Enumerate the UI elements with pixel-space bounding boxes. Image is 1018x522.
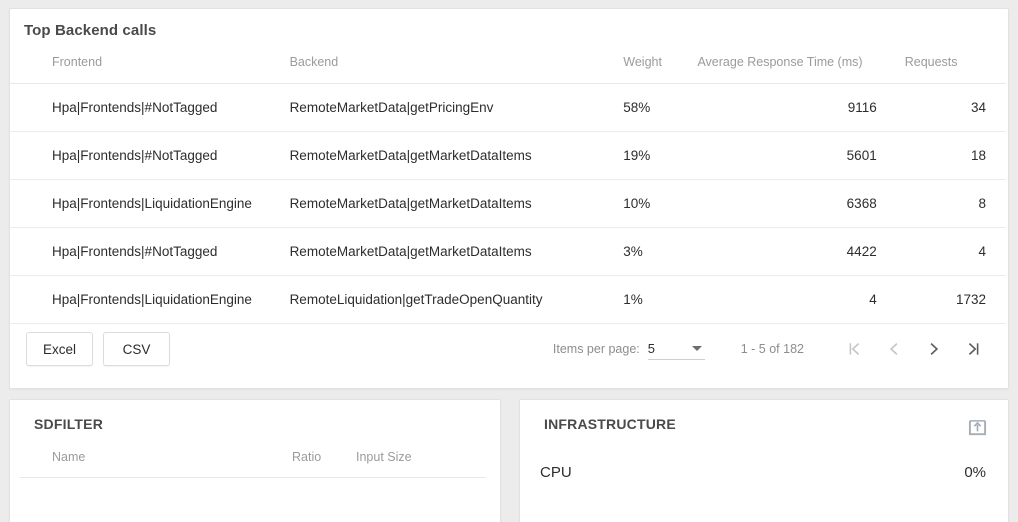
infrastructure-card: INFRASTRUCTURE CPU 0% [519,399,1009,522]
cell-frontend: Hpa|Frontends|LiquidationEngine [10,275,288,324]
infrastructure-title: INFRASTRUCTURE [544,416,676,432]
last-page-icon [968,342,979,356]
cell-requests: 18 [896,131,1008,180]
cell-backend: RemoteMarketData|getMarketDataItems [287,227,622,276]
cell-weight: 19% [621,131,696,180]
cell-frontend: Hpa|Frontends|#NotTagged [10,83,288,132]
table-row[interactable]: Hpa|Frontends|LiquidationEngine RemoteLi… [10,275,1008,324]
vertical-scrollbar[interactable] [1006,9,1008,388]
table-header: Frontend Backend Weight Average Response… [10,39,1008,84]
previous-page-icon [889,342,898,356]
column-header-ratio[interactable]: Ratio [292,450,356,464]
cell-frontend: Hpa|Frontends|LiquidationEngine [10,179,288,228]
export-icon [968,420,987,436]
infrastructure-metric-row: CPU 0% [520,464,1008,481]
cell-requests: 1732 [896,275,1008,324]
table-row[interactable]: Hpa|Frontends|#NotTagged RemoteMarketDat… [10,227,1008,276]
paginator: Items per page: 5 1 - 5 of 182 [553,329,994,369]
cell-average-response-time: 9116 [695,83,897,132]
sdfilter-table-header: Name Ratio Input Size [20,432,486,478]
first-page-icon [849,342,860,356]
cell-requests: 8 [896,179,1008,228]
table-row[interactable]: Hpa|Frontends|LiquidationEngine RemoteMa… [10,179,1008,228]
cell-weight: 58% [621,83,696,132]
last-page-button[interactable] [954,329,994,369]
backend-calls-table: Frontend Backend Weight Average Response… [10,39,1008,324]
top-backend-calls-card: Top Backend calls Frontend Backend Weigh… [9,8,1009,389]
table-row[interactable]: Hpa|Frontends|#NotTagged RemoteMarketDat… [10,83,1008,132]
cell-weight: 1% [621,275,696,324]
export-csv-button[interactable]: CSV [103,332,170,366]
table-row[interactable]: Hpa|Frontends|#NotTagged RemoteMarketDat… [10,131,1008,180]
cell-backend: RemoteMarketData|getPricingEnv [287,83,622,132]
sdfilter-clipped-row [10,494,500,508]
export-button[interactable] [968,418,987,437]
cell-weight: 10% [621,179,696,228]
table-body: Hpa|Frontends|#NotTagged RemoteMarketDat… [10,83,1008,324]
cell-backend: RemoteMarketData|getMarketDataItems [287,131,622,180]
cell-backend: RemoteLiquidation|getTradeOpenQuantity [287,275,622,324]
cell-frontend: Hpa|Frontends|#NotTagged [10,131,288,180]
export-excel-button[interactable]: Excel [26,332,93,366]
column-header-name[interactable]: Name [20,450,292,464]
infrastructure-header: INFRASTRUCTURE [520,400,1008,437]
sdfilter-card: SDFILTER Name Ratio Input Size [9,399,501,522]
column-header-backend[interactable]: Backend [287,39,622,84]
bottom-panels: SDFILTER Name Ratio Input Size INFRASTRU… [9,399,1009,522]
metric-value-cpu: 0% [964,464,986,481]
items-per-page-select[interactable]: 5 [647,338,705,360]
cell-average-response-time: 4 [695,275,897,324]
items-per-page-value: 5 [647,341,655,356]
page-title: Top Backend calls [24,22,157,39]
metric-label-cpu: CPU [540,464,572,481]
dashboard-page: Top Backend calls Frontend Backend Weigh… [0,0,1018,522]
cell-backend: RemoteMarketData|getMarketDataItems [287,179,622,228]
next-page-button[interactable] [914,329,954,369]
previous-page-button[interactable] [874,329,914,369]
first-page-button[interactable] [834,329,874,369]
table-footer: Excel CSV Items per page: 5 1 - 5 of 182 [10,324,1008,374]
column-header-requests[interactable]: Requests [896,39,1008,84]
cell-frontend: Hpa|Frontends|#NotTagged [10,227,288,276]
cell-average-response-time: 4422 [695,227,897,276]
cell-average-response-time: 6368 [695,179,897,228]
column-header-weight[interactable]: Weight [621,39,696,84]
table-header-row: Frontend Backend Weight Average Response… [10,39,1008,84]
next-page-icon [930,342,939,356]
cell-weight: 3% [621,227,696,276]
chevron-down-icon [691,346,702,351]
column-header-input-size[interactable]: Input Size [356,450,486,464]
cell-average-response-time: 5601 [695,131,897,180]
cell-requests: 34 [896,83,1008,132]
sdfilter-title: SDFILTER [34,416,104,432]
pagination-range-label: 1 - 5 of 182 [740,342,804,356]
items-per-page-label: Items per page: [552,342,640,356]
column-header-frontend[interactable]: Frontend [10,39,288,84]
cell-requests: 4 [896,227,1008,276]
column-header-average-response-time[interactable]: Average Response Time (ms) [695,39,897,84]
